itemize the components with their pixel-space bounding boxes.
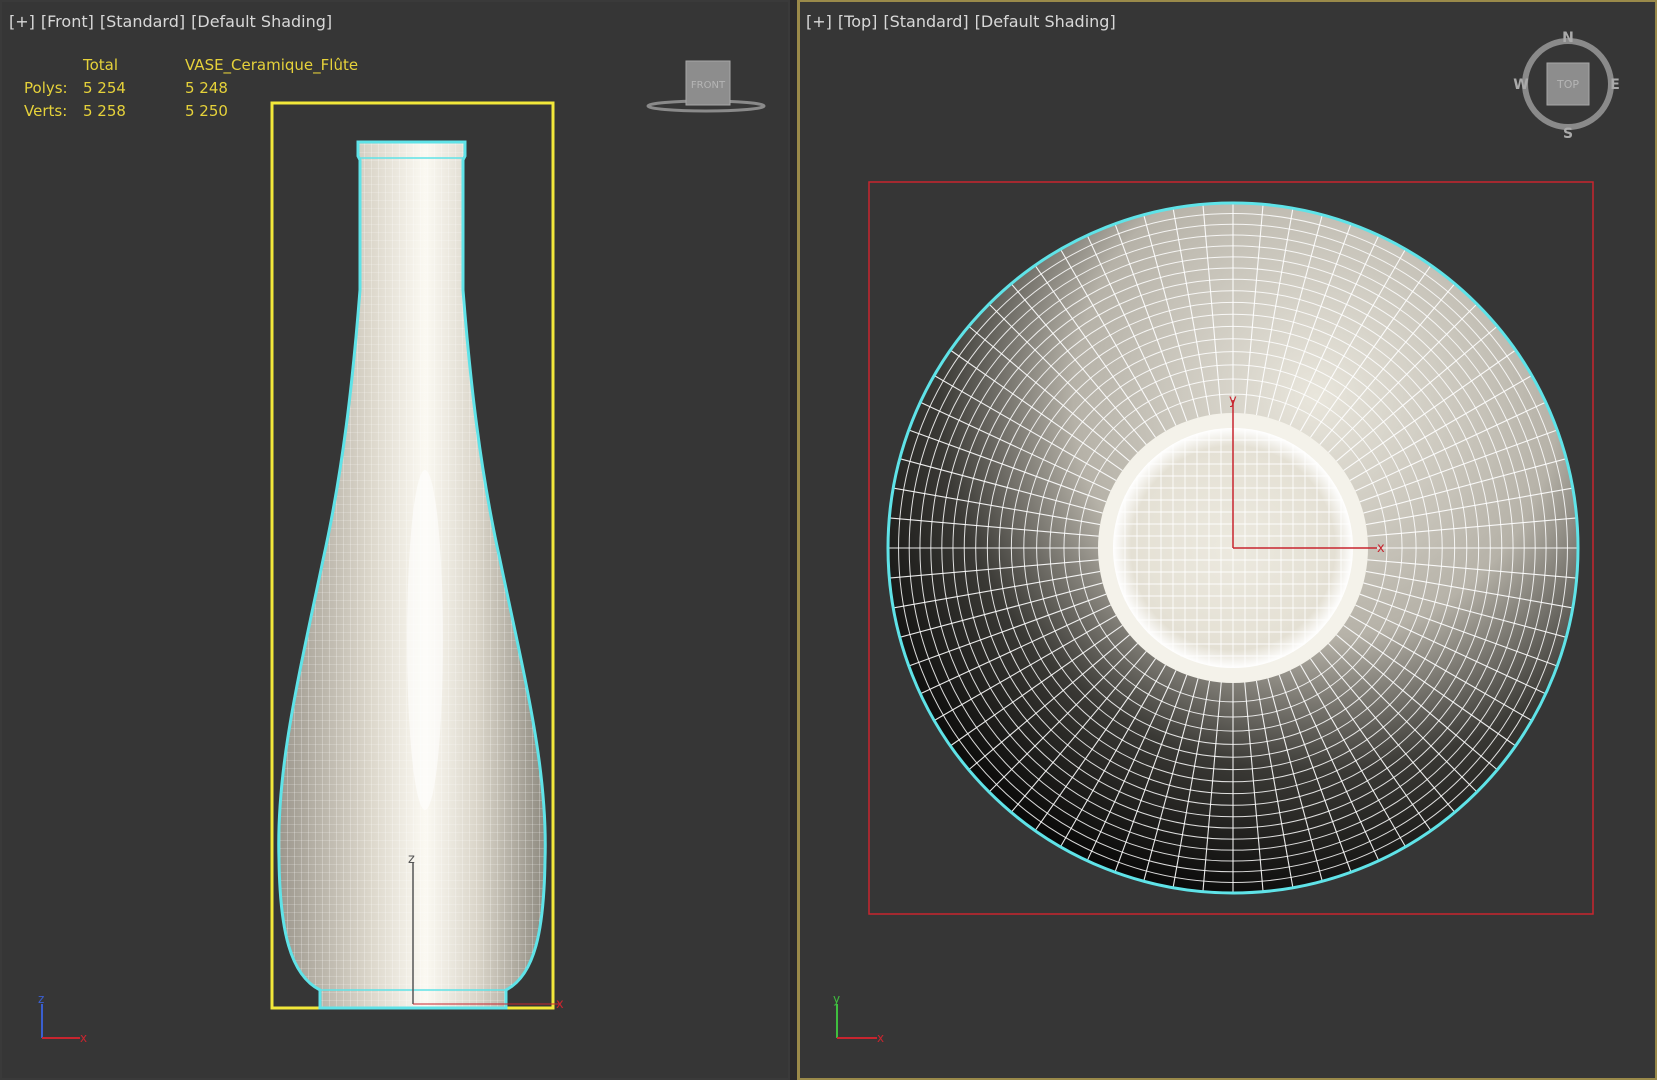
- axis-tripod-front: z x: [38, 992, 87, 1045]
- top-viewport[interactable]: y x TOP N S E W y x [+] [Top] [Standard] [D…: [797, 0, 1657, 1080]
- axis-tripod-top: y x: [833, 992, 884, 1045]
- corner-x-label: x: [80, 1031, 87, 1045]
- stats-polys-label: Polys:: [24, 79, 68, 97]
- corner-z-label: z: [38, 992, 44, 1006]
- stats-verts-label: Verts:: [24, 102, 68, 120]
- viewport-menu-standard-top[interactable]: [Standard]: [883, 12, 968, 31]
- compass-north-label[interactable]: N: [1562, 30, 1574, 46]
- gizmo-z-label: z: [408, 852, 415, 867]
- stats-polys-total: 5 254: [83, 79, 126, 97]
- corner-y-label: y: [833, 992, 840, 1006]
- stats-verts-object: 5 250: [185, 102, 228, 120]
- front-canvas[interactable]: z x FRONT z x: [0, 0, 790, 1080]
- viewport-menu-shading-top[interactable]: [Default Shading]: [975, 12, 1116, 31]
- top-canvas[interactable]: y x TOP N S E W y x: [797, 0, 1657, 1080]
- viewcube-front[interactable]: FRONT: [646, 60, 766, 113]
- stats-col-total: Total: [83, 56, 119, 74]
- compass-west-label[interactable]: W: [1513, 77, 1528, 93]
- vase-mesh-front[interactable]: [270, 130, 560, 1020]
- compass-south-label[interactable]: S: [1563, 126, 1573, 142]
- viewport-menu-shading[interactable]: [Default Shading]: [191, 12, 332, 31]
- viewport-menu-standard[interactable]: [Standard]: [100, 12, 185, 31]
- gizmo-y-label: y: [1229, 393, 1237, 408]
- viewcube-top-label: TOP: [1556, 78, 1579, 91]
- front-viewport[interactable]: z x FRONT z x [+] [Front] [Standard] [Defau…: [0, 0, 790, 1080]
- viewcube-top[interactable]: TOP N S E W: [1513, 30, 1620, 142]
- viewport-menu-view-top[interactable]: [Top]: [838, 12, 877, 31]
- stats-col-object: VASE_Ceramique_Flûte: [185, 56, 359, 74]
- stats-verts-total: 5 258: [83, 102, 126, 120]
- stats-polys-object: 5 248: [185, 79, 228, 97]
- gizmo-x-label-top: x: [1377, 541, 1385, 556]
- front-viewport-label: [+] [Front] [Standard] [Default Shading]: [9, 12, 338, 31]
- viewport-menu-plus[interactable]: [+]: [9, 12, 35, 31]
- viewport-menu-plus-top[interactable]: [+]: [806, 12, 832, 31]
- viewport-menu-view[interactable]: [Front]: [41, 12, 94, 31]
- viewcube-front-label: FRONT: [691, 80, 726, 91]
- compass-east-label[interactable]: E: [1610, 77, 1620, 93]
- corner-x-label-top: x: [877, 1031, 884, 1045]
- gizmo-x-label: x: [556, 997, 564, 1012]
- top-viewport-label: [+] [Top] [Standard] [Default Shading]: [806, 12, 1122, 31]
